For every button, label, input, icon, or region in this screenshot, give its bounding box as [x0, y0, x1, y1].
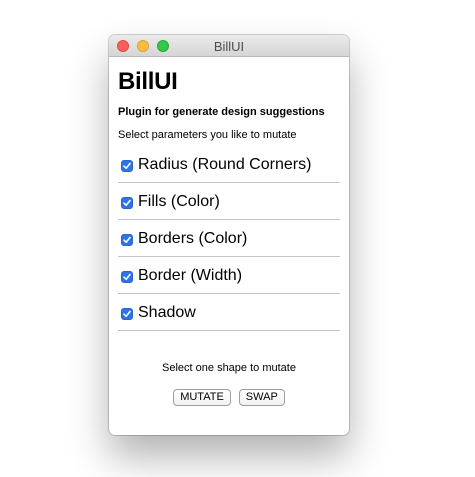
checkmark-icon — [123, 199, 131, 206]
parameter-row-border-width[interactable]: Border (Width) — [118, 257, 340, 294]
parameter-row-fills[interactable]: Fills (Color) — [118, 183, 340, 220]
border-width-checkbox[interactable] — [121, 271, 133, 283]
parameter-row-borders-color[interactable]: Borders (Color) — [118, 220, 340, 257]
plugin-content: BillUI Plugin for generate design sugges… — [109, 70, 349, 406]
shape-selection-hint: Select one shape to mutate — [162, 362, 296, 374]
checkmark-icon — [123, 273, 131, 280]
window-title: BillUI — [213, 39, 245, 54]
borders-color-label: Borders (Color) — [138, 230, 248, 247]
parameter-list: Radius (Round Corners) Fills (Color) Bor… — [118, 146, 340, 331]
window-titlebar[interactable]: BillUI — [109, 35, 349, 57]
radius-label: Radius (Round Corners) — [138, 156, 312, 173]
app-heading: BillUI — [118, 68, 178, 95]
parameters-instruction: Select parameters you like to mutate — [118, 129, 297, 141]
checkmark-icon — [123, 310, 131, 317]
shadow-label: Shadow — [138, 304, 196, 321]
checkmark-icon — [123, 162, 131, 169]
borders-color-checkbox[interactable] — [121, 234, 133, 246]
app-subtitle: Plugin for generate design suggestions — [118, 106, 325, 118]
border-width-label: Border (Width) — [138, 267, 243, 284]
fills-checkbox[interactable] — [121, 197, 133, 209]
desktop-background: BillUI BillUI Plugin for generate design… — [0, 0, 475, 477]
checkmark-icon — [123, 236, 131, 243]
action-buttons: MUTATE SWAP — [118, 389, 340, 406]
fills-label: Fills (Color) — [138, 193, 220, 210]
swap-button[interactable]: SWAP — [238, 389, 285, 406]
parameter-row-radius[interactable]: Radius (Round Corners) — [118, 146, 340, 183]
radius-checkbox[interactable] — [121, 160, 133, 172]
mutate-button[interactable]: MUTATE — [173, 389, 231, 406]
parameter-row-shadow[interactable]: Shadow — [118, 294, 340, 331]
plugin-window: BillUI BillUI Plugin for generate design… — [109, 35, 349, 435]
shadow-checkbox[interactable] — [121, 308, 133, 320]
